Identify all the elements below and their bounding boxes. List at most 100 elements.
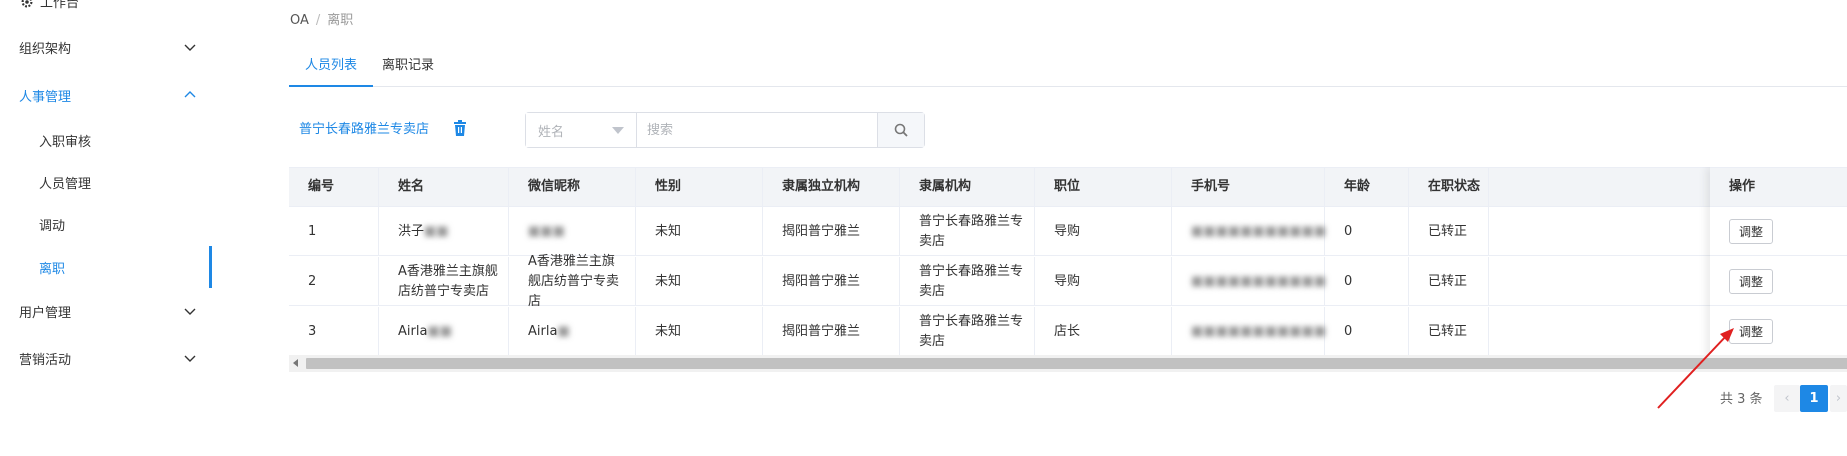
cell-name: Airla ■■ (379, 307, 509, 356)
scrollbar-thumb[interactable] (306, 358, 1847, 369)
search-field-select-value: 姓名 (538, 124, 565, 140)
tab-resignation-records[interactable]: 离职记录 (366, 50, 450, 87)
cell-wechat: A香港雅兰主旗舰店纺普宁专卖店 (509, 254, 636, 309)
column-header-age: 年龄 (1325, 168, 1409, 208)
cell-independent-org: 揭阳普宁雅兰 (763, 257, 900, 306)
cell-age: 0 (1325, 307, 1409, 356)
search-input[interactable] (637, 113, 877, 147)
menu-hr-management[interactable]: 人事管理 (0, 75, 212, 115)
cell-org: 普宁长春路雅兰专卖店 (900, 307, 1035, 356)
column-header-independent-org: 隶属独立机构 (763, 168, 900, 208)
breadcrumb-root[interactable]: OA (290, 13, 309, 28)
cell-independent-org: 揭阳普宁雅兰 (763, 307, 900, 356)
staff-table: 编号 姓名 微信昵称 性别 隶属独立机构 隶属机构 职位 手机号 年龄 在职状态… (289, 167, 1847, 372)
name-text: Airla (398, 323, 428, 339)
cell-age: 0 (1325, 207, 1409, 256)
masked-text: ■■ (427, 323, 453, 339)
search-field-select[interactable]: 姓名 (526, 113, 637, 147)
table-row: 2 A香港雅兰主旗舰店纺普宁专卖店 A香港雅兰主旗舰店纺普宁专卖店 未知 揭阳普… (289, 254, 1847, 309)
annotation-arrow-icon (1657, 328, 1734, 409)
cell-id: 2 (289, 257, 379, 306)
cell-action: 调整 (1710, 207, 1847, 256)
scroll-left-icon[interactable] (293, 359, 298, 367)
cell-status: 已转正 (1409, 257, 1489, 306)
trash-icon[interactable] (453, 120, 467, 136)
menu-user-management[interactable]: 用户管理 (0, 291, 212, 331)
cell-status: 已转正 (1409, 307, 1489, 356)
chevron-left-icon: ‹ (1784, 391, 1790, 406)
breadcrumb-separator: / (315, 13, 321, 28)
masked-text: ■ (557, 323, 570, 339)
masked-text: ■■■ (528, 223, 565, 239)
cell-phone: ■■■■■■■■■■■ (1172, 207, 1327, 256)
adjust-button[interactable]: 调整 (1729, 268, 1774, 294)
name-text: 洪子 (398, 223, 425, 239)
submenu-resignation[interactable]: 离职 (0, 246, 212, 288)
app-root: 工作台 组织架构 人事管理 入职审核 人员管理 调动 离职 用户管理 营销活动 (0, 0, 1847, 456)
submenu-label: 调动 (39, 218, 66, 234)
gear-icon (21, 0, 33, 7)
submenu-label: 入职审核 (39, 134, 92, 150)
masked-phone: ■■■■■■■■■■■ (1191, 323, 1327, 339)
caret-down-icon (612, 126, 624, 134)
menu-marketing[interactable]: 营销活动 (0, 338, 212, 378)
name-text: A香港雅兰主旗舰店纺普宁专卖店 (398, 263, 498, 299)
menu-label: 组织架构 (19, 41, 72, 57)
chevron-right-icon: › (1835, 391, 1842, 406)
cell-name: 洪子 ■■ (379, 207, 509, 256)
adjust-button[interactable]: 调整 (1729, 218, 1774, 244)
horizontal-scrollbar[interactable] (289, 355, 1847, 372)
submenu-label: 人员管理 (39, 176, 92, 192)
column-header-wechat: 微信昵称 (509, 168, 636, 208)
submenu-label: 离职 (39, 261, 66, 277)
cell-age: 0 (1325, 257, 1409, 306)
wechat-text: Airla (528, 323, 558, 339)
cell-gender: 未知 (636, 307, 763, 356)
submenu-staff-management[interactable]: 人员管理 (0, 162, 212, 202)
chevron-down-icon (184, 44, 196, 51)
menu-label: 用户管理 (19, 305, 72, 321)
table-row: 1 洪子 ■■ ■■■ 未知 揭阳普宁雅兰 普宁长春路雅兰专卖店 导购 ■■■■■… (289, 207, 1847, 256)
column-header-action: 操作 (1710, 167, 1847, 207)
chevron-down-icon (184, 308, 196, 315)
menu-label: 营销活动 (19, 352, 72, 368)
wechat-text: A香港雅兰主旗舰店纺普宁专卖店 (528, 253, 620, 309)
submenu-onboarding-review[interactable]: 入职审核 (0, 120, 212, 160)
column-header-phone: 手机号 (1172, 168, 1325, 208)
breadcrumb-current: 离职 (327, 13, 354, 28)
cell-status: 已转正 (1409, 207, 1489, 256)
search-icon (894, 123, 908, 137)
cell-action: 调整 (1710, 257, 1847, 306)
column-header-org: 隶属机构 (900, 168, 1035, 208)
sidebar: 工作台 组织架构 人事管理 入职审核 人员管理 调动 离职 用户管理 营销活动 (0, 0, 212, 456)
chevron-down-icon (184, 355, 196, 362)
cell-wechat: ■■■ (509, 207, 636, 256)
masked-phone: ■■■■■■■■■■■ (1191, 223, 1327, 239)
sidebar-workbench[interactable]: 工作台 (20, 0, 79, 11)
search-button[interactable] (877, 113, 924, 147)
store-filter-link[interactable]: 普宁长春路雅兰专卖店 (299, 118, 429, 137)
sidebar-workbench-label: 工作台 (40, 0, 80, 11)
cell-wechat: Airla ■ (509, 307, 636, 356)
pagination-prev-button[interactable]: ‹ (1774, 385, 1800, 412)
pagination-next-button[interactable]: › (1830, 385, 1847, 412)
column-header-gender: 性别 (636, 168, 763, 208)
cell-org: 普宁长春路雅兰专卖店 (900, 257, 1035, 306)
chevron-up-icon (184, 91, 196, 98)
cell-independent-org: 揭阳普宁雅兰 (763, 207, 900, 256)
tab-staff-list[interactable]: 人员列表 (289, 50, 374, 87)
column-header-name: 姓名 (379, 168, 509, 208)
tab-bar: 人员列表 离职记录 (289, 50, 1847, 87)
submenu-transfer[interactable]: 调动 (0, 204, 212, 244)
table-row: 3 Airla ■■ Airla ■ 未知 揭阳普宁雅兰 普宁长春路雅兰专卖店 店长… (289, 307, 1847, 356)
search-group: 姓名 (525, 112, 925, 148)
column-header-position: 职位 (1035, 168, 1172, 208)
column-header-status: 在职状态 (1409, 168, 1489, 208)
pagination-page-button[interactable]: 1 (1800, 385, 1828, 412)
cell-phone: ■■■■■■■■■■■ (1172, 307, 1327, 356)
cell-position: 店长 (1035, 307, 1172, 356)
menu-org-structure[interactable]: 组织架构 (0, 27, 212, 67)
cell-name: A香港雅兰主旗舰店纺普宁专卖店 (379, 257, 509, 306)
cell-org: 普宁长春路雅兰专卖店 (900, 207, 1035, 256)
cell-position: 导购 (1035, 257, 1172, 306)
